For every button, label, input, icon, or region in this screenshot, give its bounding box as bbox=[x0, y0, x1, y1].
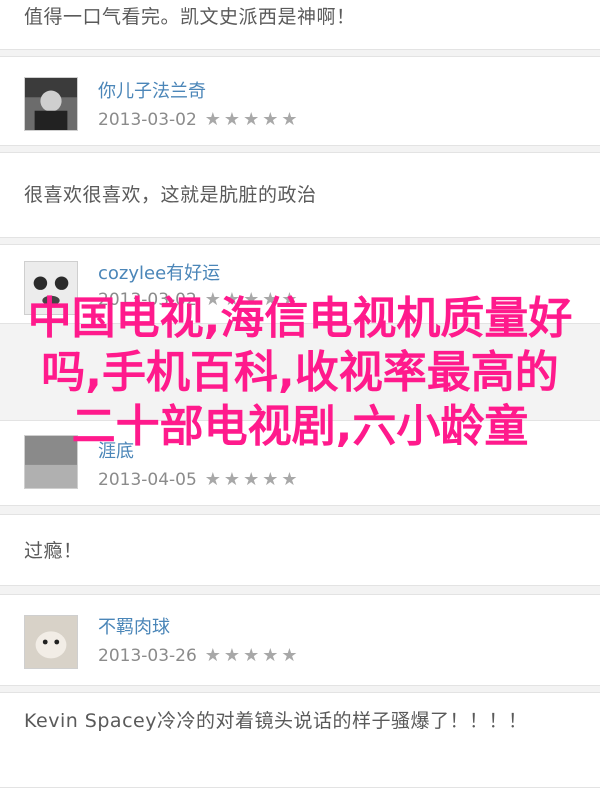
overlay-title: 中国电视,海信电视机质量好吗,手机百科,收视率最高的二十部电视剧,六小龄童 bbox=[27, 293, 573, 452]
avatar-image bbox=[25, 616, 77, 668]
review-card: 值得一口气看完。凯文史派西是神啊！ bbox=[0, 0, 600, 50]
review-date: 2013-04-05 bbox=[98, 470, 197, 490]
review-comment: 很喜欢很喜欢，这就是肮脏的政治 bbox=[24, 184, 317, 206]
review-date: 2013-03-02 bbox=[98, 110, 197, 130]
review-card: Kevin Spacey冷冷的对着镜头说话的样子骚爆了！！！！ bbox=[0, 692, 600, 788]
rating-stars: ★★★★★ bbox=[204, 109, 301, 130]
review-meta: 2013-03-02 ★★★★★ bbox=[98, 109, 300, 130]
review-meta: 2013-03-26 ★★★★★ bbox=[98, 645, 300, 666]
review-comment: 过瘾！ bbox=[24, 540, 83, 562]
rating-stars: ★★★★★ bbox=[204, 645, 301, 666]
review-meta: 2013-04-05 ★★★★★ bbox=[98, 469, 300, 490]
rating-stars: ★★★★★ bbox=[204, 469, 301, 490]
user-avatar[interactable] bbox=[24, 615, 78, 669]
review-username[interactable]: cozylee有好运 bbox=[98, 259, 220, 285]
review-username[interactable]: 你儿子法兰奇 bbox=[98, 77, 206, 103]
review-card: 很喜欢很喜欢，这就是肮脏的政治 bbox=[0, 152, 600, 238]
review-date: 2013-03-26 bbox=[98, 646, 197, 666]
review-card: 过瘾！ bbox=[0, 514, 600, 586]
user-avatar[interactable] bbox=[24, 77, 78, 131]
avatar-image bbox=[25, 78, 77, 130]
review-comment: 值得一口气看完。凯文史派西是神啊！ bbox=[24, 6, 356, 28]
review-card: 不羁肉球 2013-03-26 ★★★★★ bbox=[0, 594, 600, 686]
review-comment: Kevin Spacey冷冷的对着镜头说话的样子骚爆了！！！！ bbox=[24, 710, 528, 732]
review-card: 你儿子法兰奇 2013-03-02 ★★★★★ bbox=[0, 56, 600, 146]
review-username[interactable]: 不羁肉球 bbox=[98, 613, 170, 639]
